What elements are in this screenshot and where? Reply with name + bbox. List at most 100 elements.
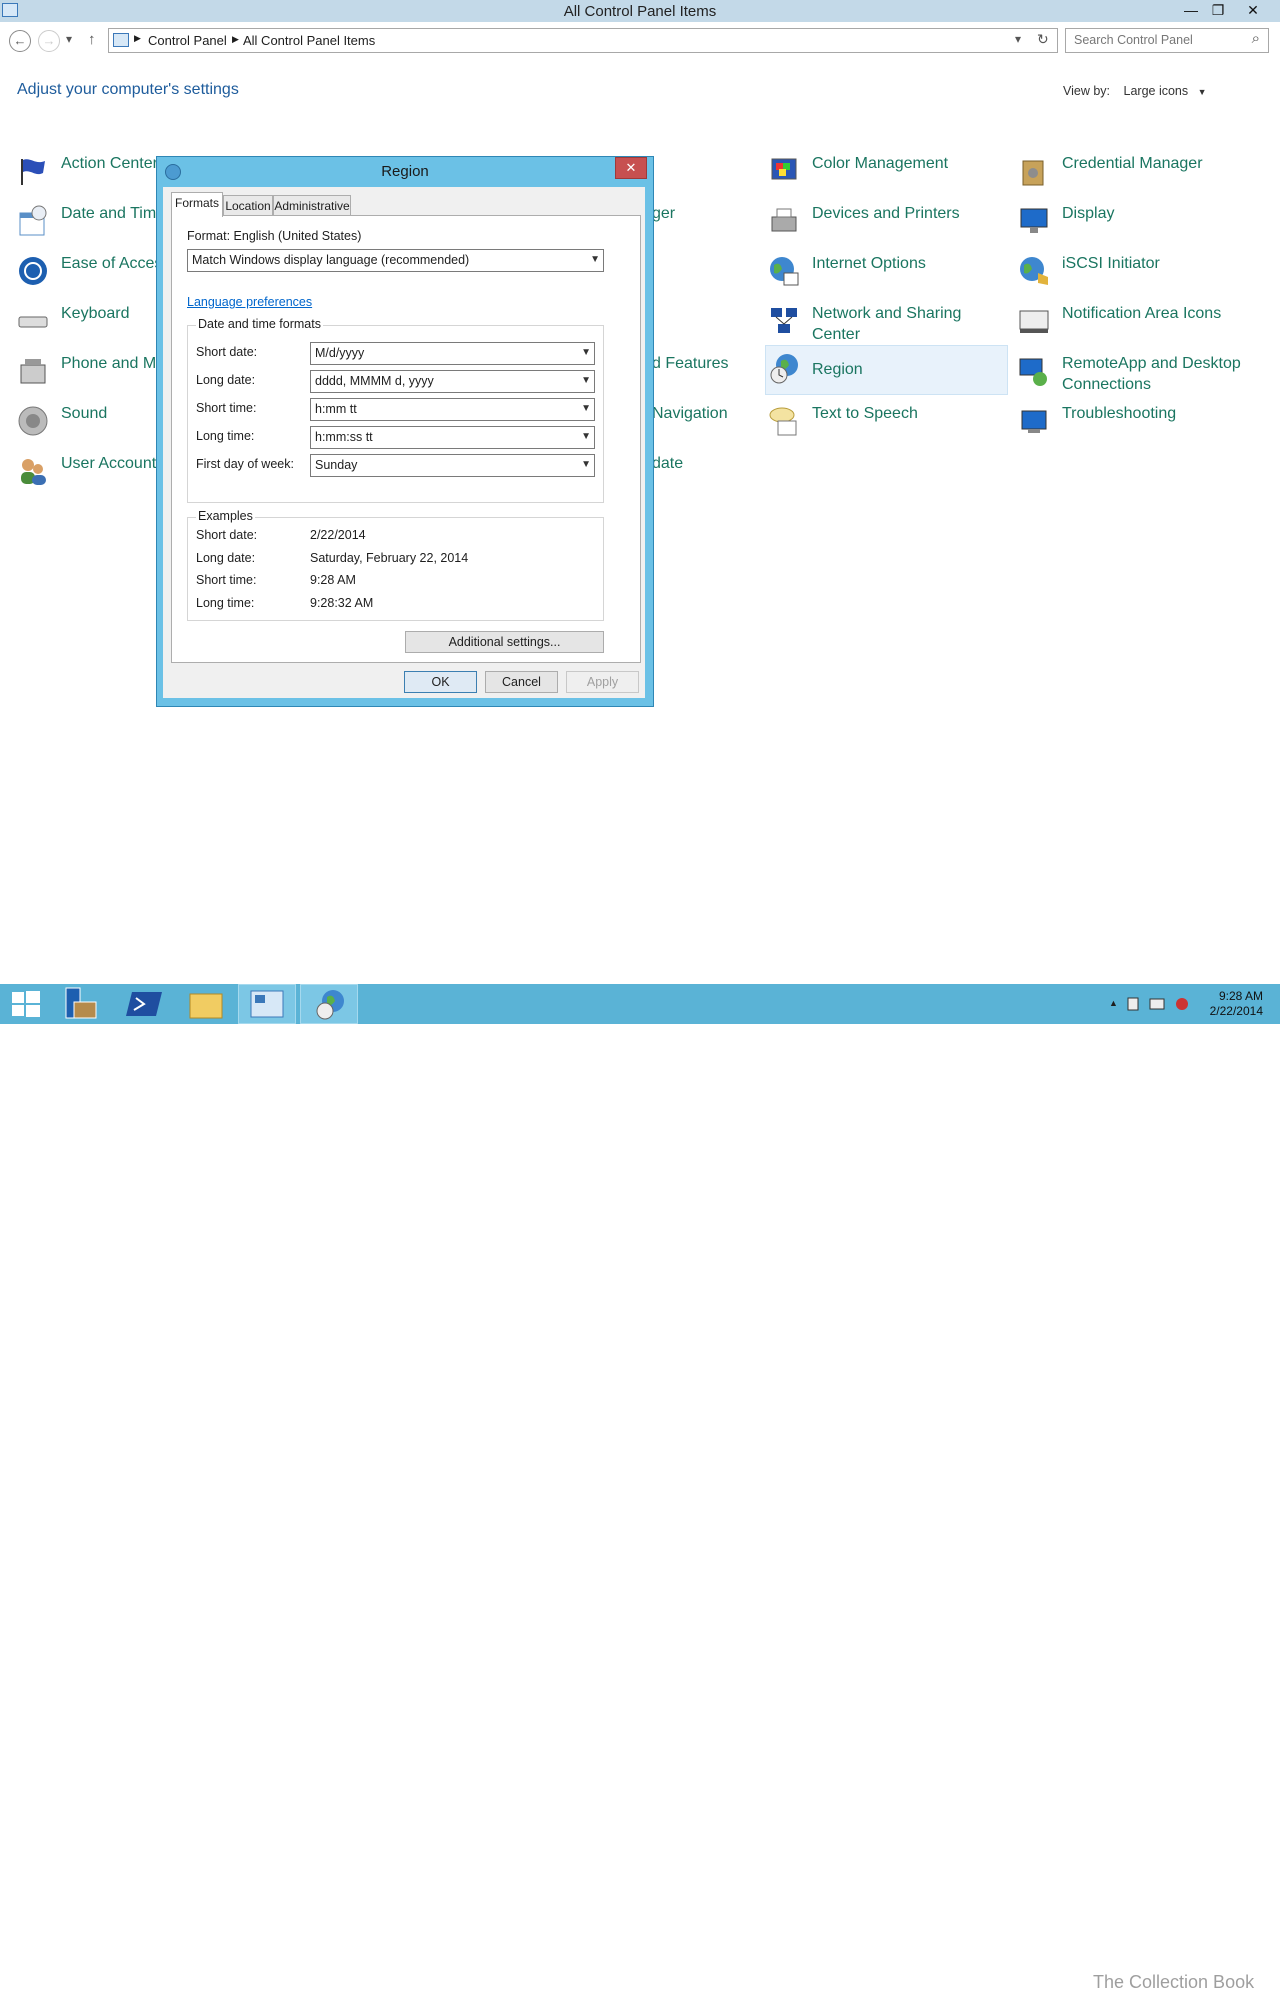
item-region[interactable]: Region [765,345,1008,395]
taskbar-region[interactable] [300,984,358,1024]
short-time-select[interactable]: h:mm tt ▼ [310,398,595,421]
first-day-select[interactable]: Sunday ▼ [310,454,595,477]
item-credential-manager[interactable]: Credential Manager [1018,150,1258,196]
item-label: User Accounts [61,455,165,472]
language-preferences-link[interactable]: Language preferences [187,295,312,309]
format-label: Format: English (United States) [187,229,362,243]
item-notification-area-icons[interactable]: Notification Area Icons [1018,300,1258,346]
speaker-icon [18,406,48,436]
keyboard-icon [18,316,48,328]
page-title: Adjust your computer's settings [17,81,239,98]
long-time-label: Long time: [196,429,255,443]
item-remoteapp[interactable]: RemoteApp and Desktop Connections [1018,350,1258,396]
item-label: Keyboard [61,305,130,322]
iscsi-icon [1020,257,1048,285]
item-iscsi-initiator[interactable]: iSCSI Initiator [1018,250,1258,296]
restore-button[interactable]: ❐ [1205,0,1231,20]
taskbar: ▲ The Collection Book 9:28 AM 2/22/2014 [0,984,1280,1992]
taskbar-powershell[interactable] [116,984,174,1024]
tab-formats[interactable]: Formats [171,192,223,217]
address-bar[interactable]: ▶ Control Panel ▶ All Control Panel Item… [108,28,1058,53]
item-display[interactable]: Display [1018,200,1258,246]
flag-icon [21,159,45,185]
taskbar-control-panel[interactable] [238,984,296,1024]
start-button[interactable] [0,984,58,1024]
breadcrumb-all-items[interactable]: All Control Panel Items [243,33,375,48]
long-time-value: h:mm:ss tt [315,430,373,444]
monitor-icon [1020,208,1048,233]
item-label: RemoteApp and Desktop Connections [1062,355,1241,393]
view-by-select[interactable]: Large icons [1124,84,1189,98]
short-time-value: h:mm tt [315,402,357,416]
watermark: The Collection Book [1093,1972,1255,1992]
tray-icons[interactable] [1126,996,1196,1012]
item-label: Sound [61,405,108,422]
dialog-close-button[interactable]: ✕ [615,157,647,179]
long-date-select[interactable]: dddd, MMMM d, yyyy ▼ [310,370,595,393]
item-label: Notification Area Icons [1062,305,1222,322]
users-icon [21,459,46,485]
item-troubleshooting[interactable]: Troubleshooting [1018,400,1258,446]
item-text-to-speech[interactable]: Text to Speech [768,400,1008,446]
item-label: Region [812,361,863,378]
item-label: Network and Sharing Center [812,305,962,343]
powershell-icon [126,992,162,1016]
item-label: Credential Manager [1062,155,1203,172]
short-date-select[interactable]: M/d/yyyy ▼ [310,342,595,365]
formats-panel: Format: English (United States) Match Wi… [171,215,641,663]
taskbar-server-manager[interactable] [54,984,112,1024]
item-color-management[interactable]: Color Management [768,150,1008,196]
remoteapp-icon [1019,358,1047,386]
taskbar-file-explorer[interactable] [178,984,236,1024]
ok-button[interactable]: OK [404,671,477,693]
format-value: Match Windows display language (recommen… [192,253,470,267]
clock[interactable]: 9:28 AM 2/22/2014 [1210,989,1263,1019]
item-network-and-sharing[interactable]: Network and Sharing Center [768,300,1008,346]
back-button[interactable]: ← [9,30,31,52]
additional-settings-button[interactable]: Additional settings... [405,631,604,653]
breadcrumb-control-panel[interactable]: Control Panel [148,33,227,48]
tray-arrow-icon[interactable]: ▲ [1109,998,1118,1008]
refresh-icon[interactable]: ↻ [1037,31,1049,48]
item-label: iSCSI Initiator [1062,255,1160,272]
troubleshooting-icon [1021,410,1047,433]
address-dropdown-icon[interactable]: ▾ [1015,32,1021,46]
search-icon[interactable]: ⌕ [1252,30,1260,47]
example-short-time-label: Short time: [196,573,257,587]
globe-icon [770,257,799,286]
search-input[interactable]: Search Control Panel ⌕ [1065,28,1269,53]
format-select[interactable]: Match Windows display language (recommen… [187,249,604,272]
date-time-formats-group: Date and time formats Short date: M/d/yy… [187,317,604,503]
recent-locations-button[interactable]: ▾ [66,32,72,46]
view-by-label: View by: [1063,84,1111,98]
item-internet-options[interactable]: Internet Options [768,250,1008,296]
view-by-arrow-icon[interactable]: ▼ [1198,87,1207,97]
color-management-icon [771,158,797,180]
item-label: Ease of Access [61,255,171,272]
long-time-select[interactable]: h:mm:ss tt ▼ [310,426,595,449]
chevron-down-icon: ▼ [581,347,591,358]
server-manager-icon [65,987,97,1019]
item-label: Color Management [812,155,949,172]
item-label: Navigation [652,405,728,422]
window-title-bar: All Control Panel Items — ❐ ✕ [0,0,1280,22]
item-label: Text to Speech [812,405,918,422]
forward-button[interactable]: → [38,30,60,52]
first-day-value: Sunday [315,458,358,472]
item-devices-and-printers[interactable]: Devices and Printers [768,200,1008,246]
up-button[interactable]: ↑ [88,31,96,48]
minimize-button[interactable]: — [1178,0,1204,20]
windows-logo-icon [12,991,40,1017]
long-date-value: dddd, MMMM d, yyyy [315,374,434,388]
item-label: date [652,455,684,472]
window-title: All Control Panel Items [563,3,717,20]
apply-button[interactable]: Apply [566,671,639,693]
example-long-date-label: Long date: [196,551,256,565]
example-short-date-value: 2/22/2014 [310,528,366,542]
dialog-body: Formats Location Administrative Format: … [163,187,645,698]
tab-location[interactable]: Location [223,195,273,216]
chevron-down-icon: ▼ [590,254,600,265]
tab-administrative[interactable]: Administrative [273,195,351,216]
cancel-button[interactable]: Cancel [485,671,558,693]
close-button[interactable]: ✕ [1240,0,1266,20]
